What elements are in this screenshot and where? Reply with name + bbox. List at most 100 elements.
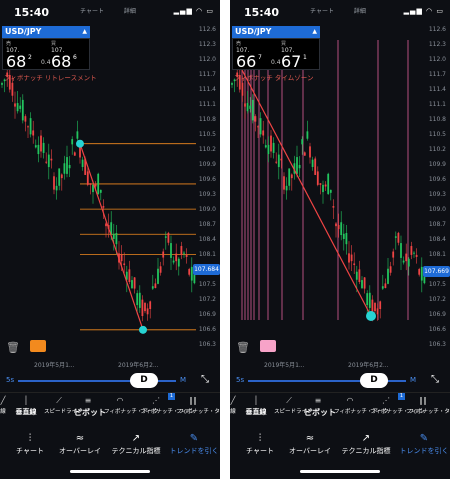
tool-line[interactable]: ╱ 線 — [230, 395, 240, 421]
y-tick: 110.5 — [198, 131, 216, 138]
slider-knob[interactable]: D — [360, 373, 388, 388]
collapse-icon[interactable]: ⤡ — [428, 374, 442, 388]
spread-value: 0.4 — [271, 59, 281, 66]
tool-fibonacci-time[interactable]: ∥∥フィボナッチ・タイ — [406, 395, 450, 421]
phone-screen-left: 15:40 チャート 詳細 ▂▄▆ ◠ ▭ 112.6 112.3 112.0 111… — [0, 0, 220, 479]
candle-body — [185, 254, 188, 257]
candle-body — [11, 82, 14, 96]
tab-chart[interactable]: チャート — [310, 8, 334, 15]
candle-body — [389, 266, 392, 273]
candle-body — [50, 158, 53, 161]
tool-fibonacci-arc[interactable]: ◠ フィボナッチ・アーク — [334, 395, 389, 421]
candle-body — [151, 286, 154, 289]
candle-body — [400, 243, 402, 258]
tab-detail[interactable]: 詳細 — [354, 8, 366, 15]
drawing-tool-strip: ╱ 線 │ 垂直線 ⟋ スピードライン ≡ ピボット ◠ フィボナッチ・アーク ⋰ フィボナ… — [0, 392, 220, 422]
candle-body — [131, 280, 133, 289]
nav-chart[interactable]: ⫶ チャート — [240, 432, 280, 456]
nav-technical[interactable]: ↗ テクニカル指標 — [108, 432, 164, 456]
trash-icon[interactable]: 🗑 — [6, 341, 20, 355]
candle-body — [58, 168, 61, 186]
candle-body — [257, 126, 259, 128]
tool-fibonacci-fan[interactable]: ⋰ フィボナッチ・ファン 1 — [140, 393, 195, 421]
status-time: 15:40 — [244, 6, 280, 19]
candle-body — [157, 268, 159, 284]
y-tick: 111.7 — [198, 71, 216, 78]
buy-label: 買 — [51, 41, 57, 47]
tool-fibonacci-arc[interactable]: ◠ フィボナッチ・アーク — [104, 395, 159, 421]
candle-body — [288, 168, 291, 186]
fib-anchor-handle — [76, 139, 84, 148]
candle-body — [392, 251, 395, 258]
sell-label: 売 — [236, 41, 242, 47]
tool-pivot[interactable]: ≡ ピボット — [304, 395, 336, 421]
currency-pair-selector[interactable]: USD/JPY ▲ — [2, 26, 90, 38]
tab-chart[interactable]: チャート — [80, 8, 104, 15]
y-tick: 112.6 — [428, 26, 446, 33]
candle-body — [246, 103, 249, 112]
fibonacci-arc-icon: ◠ — [116, 396, 124, 405]
candle-body — [86, 171, 89, 185]
y-tick: 108.7 — [198, 221, 216, 228]
y-tick: 111.1 — [198, 101, 216, 108]
candle-body — [259, 118, 262, 135]
tool-line[interactable]: ╱ 線 — [0, 395, 10, 421]
candle-body — [63, 163, 66, 174]
line-color-swatch[interactable] — [30, 340, 46, 352]
trash-icon[interactable]: 🗑 — [236, 341, 250, 355]
tool-vertical-line[interactable]: │ 垂直線 — [244, 395, 268, 421]
candle-body — [136, 293, 139, 306]
candle-body — [270, 135, 272, 152]
phone-screen-right: 15:40 チャート 詳細 ▂▄▆ ◠ ▭ 112.6 112.3 112.0 111… — [230, 0, 450, 479]
currency-pair-selector[interactable]: USD/JPY ▲ — [232, 26, 320, 38]
pivot-icon: ≡ — [84, 396, 92, 405]
tool-vertical-line[interactable]: │ 垂直線 — [14, 395, 38, 421]
candle-body — [368, 292, 371, 308]
candle-body — [68, 164, 71, 169]
timeframe-slider[interactable]: 5s D M ⤡ — [0, 372, 220, 388]
nav-overlay[interactable]: ≈ オーバーレイ — [288, 432, 332, 456]
tool-pivot[interactable]: ≡ ピボット — [74, 395, 106, 421]
nav-draw-trend[interactable]: ✎ トレンドを引く — [398, 432, 450, 456]
candle-body — [303, 152, 306, 156]
collapse-icon[interactable]: ⤡ — [198, 374, 212, 388]
pencil-icon: ✎ — [419, 433, 429, 444]
y-tick: 109.6 — [428, 176, 446, 183]
quote-panel[interactable]: 売 買 107. 66 7 0.4 107. 67 1 — [232, 38, 320, 71]
candle-body — [14, 103, 16, 107]
slider-knob[interactable]: D — [130, 373, 158, 388]
y-tick: 106.6 — [428, 326, 446, 333]
candle-body — [275, 161, 278, 163]
nav-chart[interactable]: ⫶ チャート — [10, 432, 50, 456]
candle-body — [89, 183, 92, 185]
candle-body — [241, 82, 244, 96]
tool-fibonacci-fan[interactable]: ⋰ フィボナッチ・ファン 1 — [370, 393, 425, 421]
status-bar: 15:40 チャート 詳細 ▂▄▆ ◠ ▭ — [0, 0, 220, 22]
candle-body — [115, 232, 118, 245]
y-tick: 111.4 — [428, 86, 446, 93]
candle-body — [251, 99, 254, 121]
candle-body — [311, 159, 314, 167]
y-tick: 109.9 — [198, 161, 216, 168]
buy-price: 68 — [51, 52, 72, 71]
overlay-name: フィボナッチ タイムゾーン — [234, 74, 314, 82]
quote-panel[interactable]: 売 買 107. 68 2 0.4 107. 68 6 — [2, 38, 90, 71]
tool-speed-line[interactable]: ⟋ スピードライン — [274, 395, 313, 421]
tab-detail[interactable]: 詳細 — [124, 8, 136, 15]
candle-body — [128, 269, 131, 283]
nav-technical[interactable]: ↗ テクニカル指標 — [338, 432, 394, 456]
timeframe-slider[interactable]: 5s D M ⤡ — [230, 372, 450, 388]
candle-body — [379, 301, 382, 310]
y-tick: 107.2 — [198, 296, 216, 303]
home-indicator — [300, 470, 380, 473]
y-tick: 110.2 — [198, 146, 216, 153]
line-color-swatch[interactable] — [260, 340, 276, 352]
candle-body — [329, 189, 332, 193]
tool-speed-line[interactable]: ⟋ スピードライン — [44, 395, 83, 421]
candle-body — [159, 266, 162, 273]
fib-trend-line — [79, 143, 144, 331]
candle-body — [19, 105, 22, 109]
nav-draw-trend[interactable]: ✎ トレンドを引く — [168, 432, 220, 456]
tool-fibonacci-time[interactable]: ∥∥フィボナッチ・タイ — [176, 395, 220, 421]
nav-overlay[interactable]: ≈ オーバーレイ — [58, 432, 102, 456]
